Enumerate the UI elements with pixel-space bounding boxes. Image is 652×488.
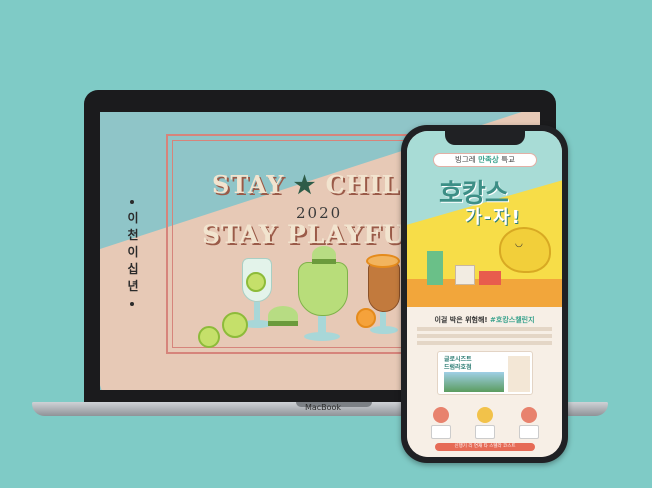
vertical-text: 이 천 이 십 년 xyxy=(126,210,140,295)
hero-title-line2: STAY PLAYFU xyxy=(202,220,405,249)
star-icon: ★ xyxy=(293,170,317,199)
phone-subheadline: 가-자! xyxy=(465,207,522,228)
step-icon-3 xyxy=(521,407,537,423)
laptop-brand: MacBook xyxy=(304,403,342,412)
phone: 빙그레 만족상 특교 호캉스 가-자! ◡ 이걸 박은 위험해! #호캉스챌린지… xyxy=(401,125,568,463)
melon-drink-glass-center xyxy=(298,262,348,316)
vertical-char: 십 xyxy=(127,262,139,276)
phone-ribbon: 빙그레 만족상 특교 xyxy=(433,153,537,167)
hotel-card-tag xyxy=(508,356,530,392)
vertical-char: 천 xyxy=(127,228,139,242)
ribbon-highlight: 만족상 xyxy=(478,155,499,164)
step-image-3 xyxy=(519,425,539,439)
vertical-char: 년 xyxy=(127,279,139,293)
body-text-line xyxy=(417,341,552,345)
coffee-drink-glass xyxy=(368,262,400,312)
hotel-card-title: 글로시즈트 드럼라호점 xyxy=(444,356,472,371)
step-icon-1 xyxy=(433,407,449,423)
orange-icon xyxy=(356,308,376,328)
vertical-dot-top xyxy=(130,200,134,204)
melon-icon xyxy=(268,306,298,326)
step-icon-2 xyxy=(477,407,493,423)
lime-icon xyxy=(246,272,266,292)
ribbon-text: 특교 xyxy=(501,155,515,164)
hotel-image xyxy=(444,372,504,392)
mango-face: ◡ xyxy=(515,239,523,249)
phone-screen: 빙그레 만족상 특교 호캉스 가-자! ◡ 이걸 박은 위험해! #호캉스챌린지… xyxy=(407,131,562,457)
promo-scene: 이 천 이 십 년 STAY ★ CHILL 2020 STAY PLAYFU xyxy=(0,0,652,488)
phone-cta-bar[interactable]: 신행기 리 연재 타 스텔라 코스트 xyxy=(435,443,535,451)
green-block xyxy=(427,251,443,285)
hero-title-line1: STAY ★ CHILL xyxy=(212,170,417,199)
vertical-char: 이 xyxy=(127,211,139,225)
vertical-char: 이 xyxy=(127,245,139,259)
melon-icon xyxy=(312,246,336,264)
body-head-text: 이걸 박은 위험해! xyxy=(434,316,488,324)
bed-block xyxy=(455,265,475,285)
glass-base xyxy=(370,326,398,334)
glass-base xyxy=(304,332,340,341)
body-text-line xyxy=(417,327,552,331)
red-block xyxy=(479,271,501,285)
phone-body-heading: 이걸 박은 위험해! #호캉스챌린지 xyxy=(417,315,552,325)
step-image-1 xyxy=(431,425,451,439)
step-image-2 xyxy=(475,425,495,439)
hotel-card[interactable]: 글로시즈트 드럼라호점 xyxy=(437,351,533,395)
lime-icon xyxy=(222,312,248,338)
vertical-dot-bottom xyxy=(130,302,134,306)
body-head-hashtag: #호캉스챌린지 xyxy=(490,316,535,324)
drink-foam xyxy=(366,254,400,268)
ribbon-text: 빙그레 xyxy=(455,155,476,164)
title-word: STAY xyxy=(212,170,285,199)
mango-character-icon xyxy=(499,227,551,273)
body-text-line xyxy=(417,334,552,338)
lime-icon xyxy=(198,326,220,348)
phone-notch xyxy=(445,131,525,145)
